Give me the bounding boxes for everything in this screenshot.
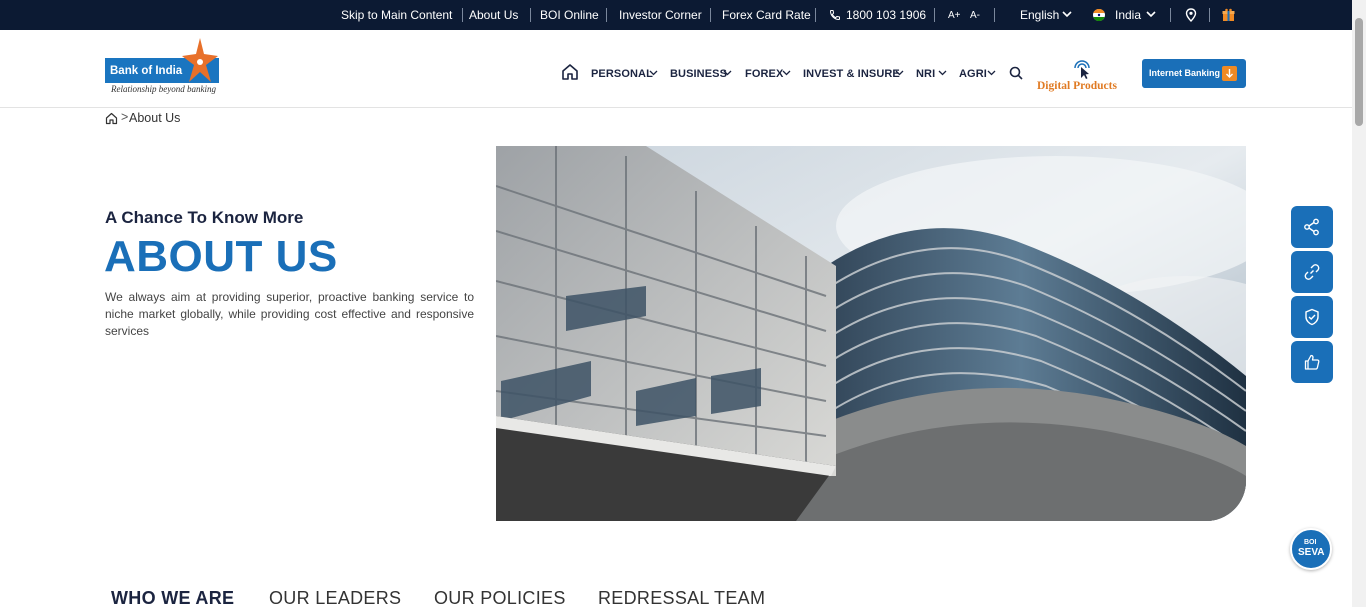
- share-button[interactable]: [1291, 206, 1333, 248]
- main-header: Bank of India Relationship beyond bankin…: [0, 30, 1366, 108]
- nav-agri[interactable]: AGRI: [959, 68, 987, 80]
- nav-business[interactable]: BUSINESS: [670, 68, 727, 80]
- phone-icon: [829, 10, 840, 21]
- security-button[interactable]: [1291, 296, 1333, 338]
- chevron-down-icon: [938, 70, 947, 76]
- logo-tagline: Relationship beyond banking: [111, 84, 216, 94]
- link-icon: [1304, 264, 1320, 280]
- nav-forex[interactable]: FOREX: [745, 68, 783, 80]
- nav-invest-insure[interactable]: INVEST & INSURE: [803, 68, 900, 80]
- chevron-down-icon: [782, 70, 791, 76]
- divider: [994, 8, 995, 22]
- star-logo-icon: [182, 38, 218, 82]
- skip-to-content-link[interactable]: Skip to Main Content: [341, 8, 452, 22]
- nav-personal[interactable]: PERSONAL: [591, 68, 653, 80]
- arrow-down-icon: [1222, 66, 1237, 81]
- phone-number[interactable]: 1800 103 1906: [846, 8, 926, 22]
- tab-our-leaders[interactable]: OUR LEADERS: [269, 588, 401, 607]
- digital-products-link[interactable]: Digital Products: [1037, 80, 1117, 92]
- link-button[interactable]: [1291, 251, 1333, 293]
- chevron-down-icon: [895, 70, 904, 76]
- feedback-button[interactable]: [1291, 341, 1333, 383]
- location-pin-icon[interactable]: [1185, 8, 1197, 22]
- forex-card-rate-link[interactable]: Forex Card Rate: [722, 8, 811, 22]
- divider: [606, 8, 607, 22]
- divider: [1170, 8, 1171, 22]
- divider: [934, 8, 935, 22]
- hero-description: We always aim at providing superior, pro…: [105, 290, 474, 338]
- tab-who-we-are[interactable]: WHO WE ARE: [111, 588, 234, 607]
- tab-redressal-team[interactable]: REDRESSAL TEAM: [598, 588, 765, 607]
- chevron-down-icon: [1146, 11, 1156, 18]
- font-decrease-button[interactable]: A-: [970, 9, 980, 23]
- investor-corner-link[interactable]: Investor Corner: [619, 8, 702, 22]
- divider: [1209, 8, 1210, 22]
- page-title: ABOUT US: [104, 232, 338, 281]
- divider: [462, 8, 463, 22]
- seva-label-main: SEVA: [1298, 547, 1325, 558]
- hero-building-image: [496, 146, 1246, 521]
- internet-banking-label: Internet Banking: [1149, 68, 1221, 78]
- thumbs-up-icon: [1304, 354, 1320, 370]
- chevron-down-icon: [1062, 11, 1072, 18]
- boi-online-link[interactable]: BOI Online: [540, 8, 599, 22]
- search-icon[interactable]: [1009, 66, 1023, 80]
- divider: [710, 8, 711, 22]
- font-increase-button[interactable]: A+: [948, 9, 961, 23]
- logo-bank-name: Bank of India: [110, 65, 183, 77]
- top-utility-bar: Skip to Main Content About Us BOI Online…: [0, 0, 1366, 30]
- about-us-link[interactable]: About Us: [469, 8, 518, 22]
- chevron-down-icon: [723, 70, 732, 76]
- share-icon: [1304, 218, 1319, 236]
- boi-seva-chat-button[interactable]: BOI SEVA: [1290, 528, 1332, 570]
- india-flag-icon: [1093, 9, 1105, 21]
- internet-banking-button[interactable]: Internet Banking: [1142, 59, 1246, 88]
- hero-eyebrow: A Chance To Know More: [105, 208, 304, 227]
- breadcrumb-separator: >: [121, 110, 129, 124]
- divider: [530, 8, 531, 22]
- scrollbar-thumb[interactable]: [1355, 18, 1363, 126]
- breadcrumb-current: About Us: [129, 111, 181, 125]
- tap-signal-icon: [1074, 60, 1090, 79]
- home-icon[interactable]: [561, 63, 579, 81]
- gift-icon[interactable]: [1222, 8, 1235, 22]
- country-select[interactable]: India: [1115, 8, 1141, 22]
- seva-label-top: BOI: [1304, 539, 1317, 546]
- tab-our-policies[interactable]: OUR POLICIES: [434, 588, 566, 607]
- chevron-down-icon: [987, 70, 996, 76]
- nav-nri[interactable]: NRI: [916, 68, 935, 80]
- divider: [815, 8, 816, 22]
- shield-icon: [1305, 308, 1319, 326]
- home-icon[interactable]: [105, 112, 118, 125]
- language-select[interactable]: English: [1020, 8, 1059, 22]
- chevron-down-icon: [649, 70, 658, 76]
